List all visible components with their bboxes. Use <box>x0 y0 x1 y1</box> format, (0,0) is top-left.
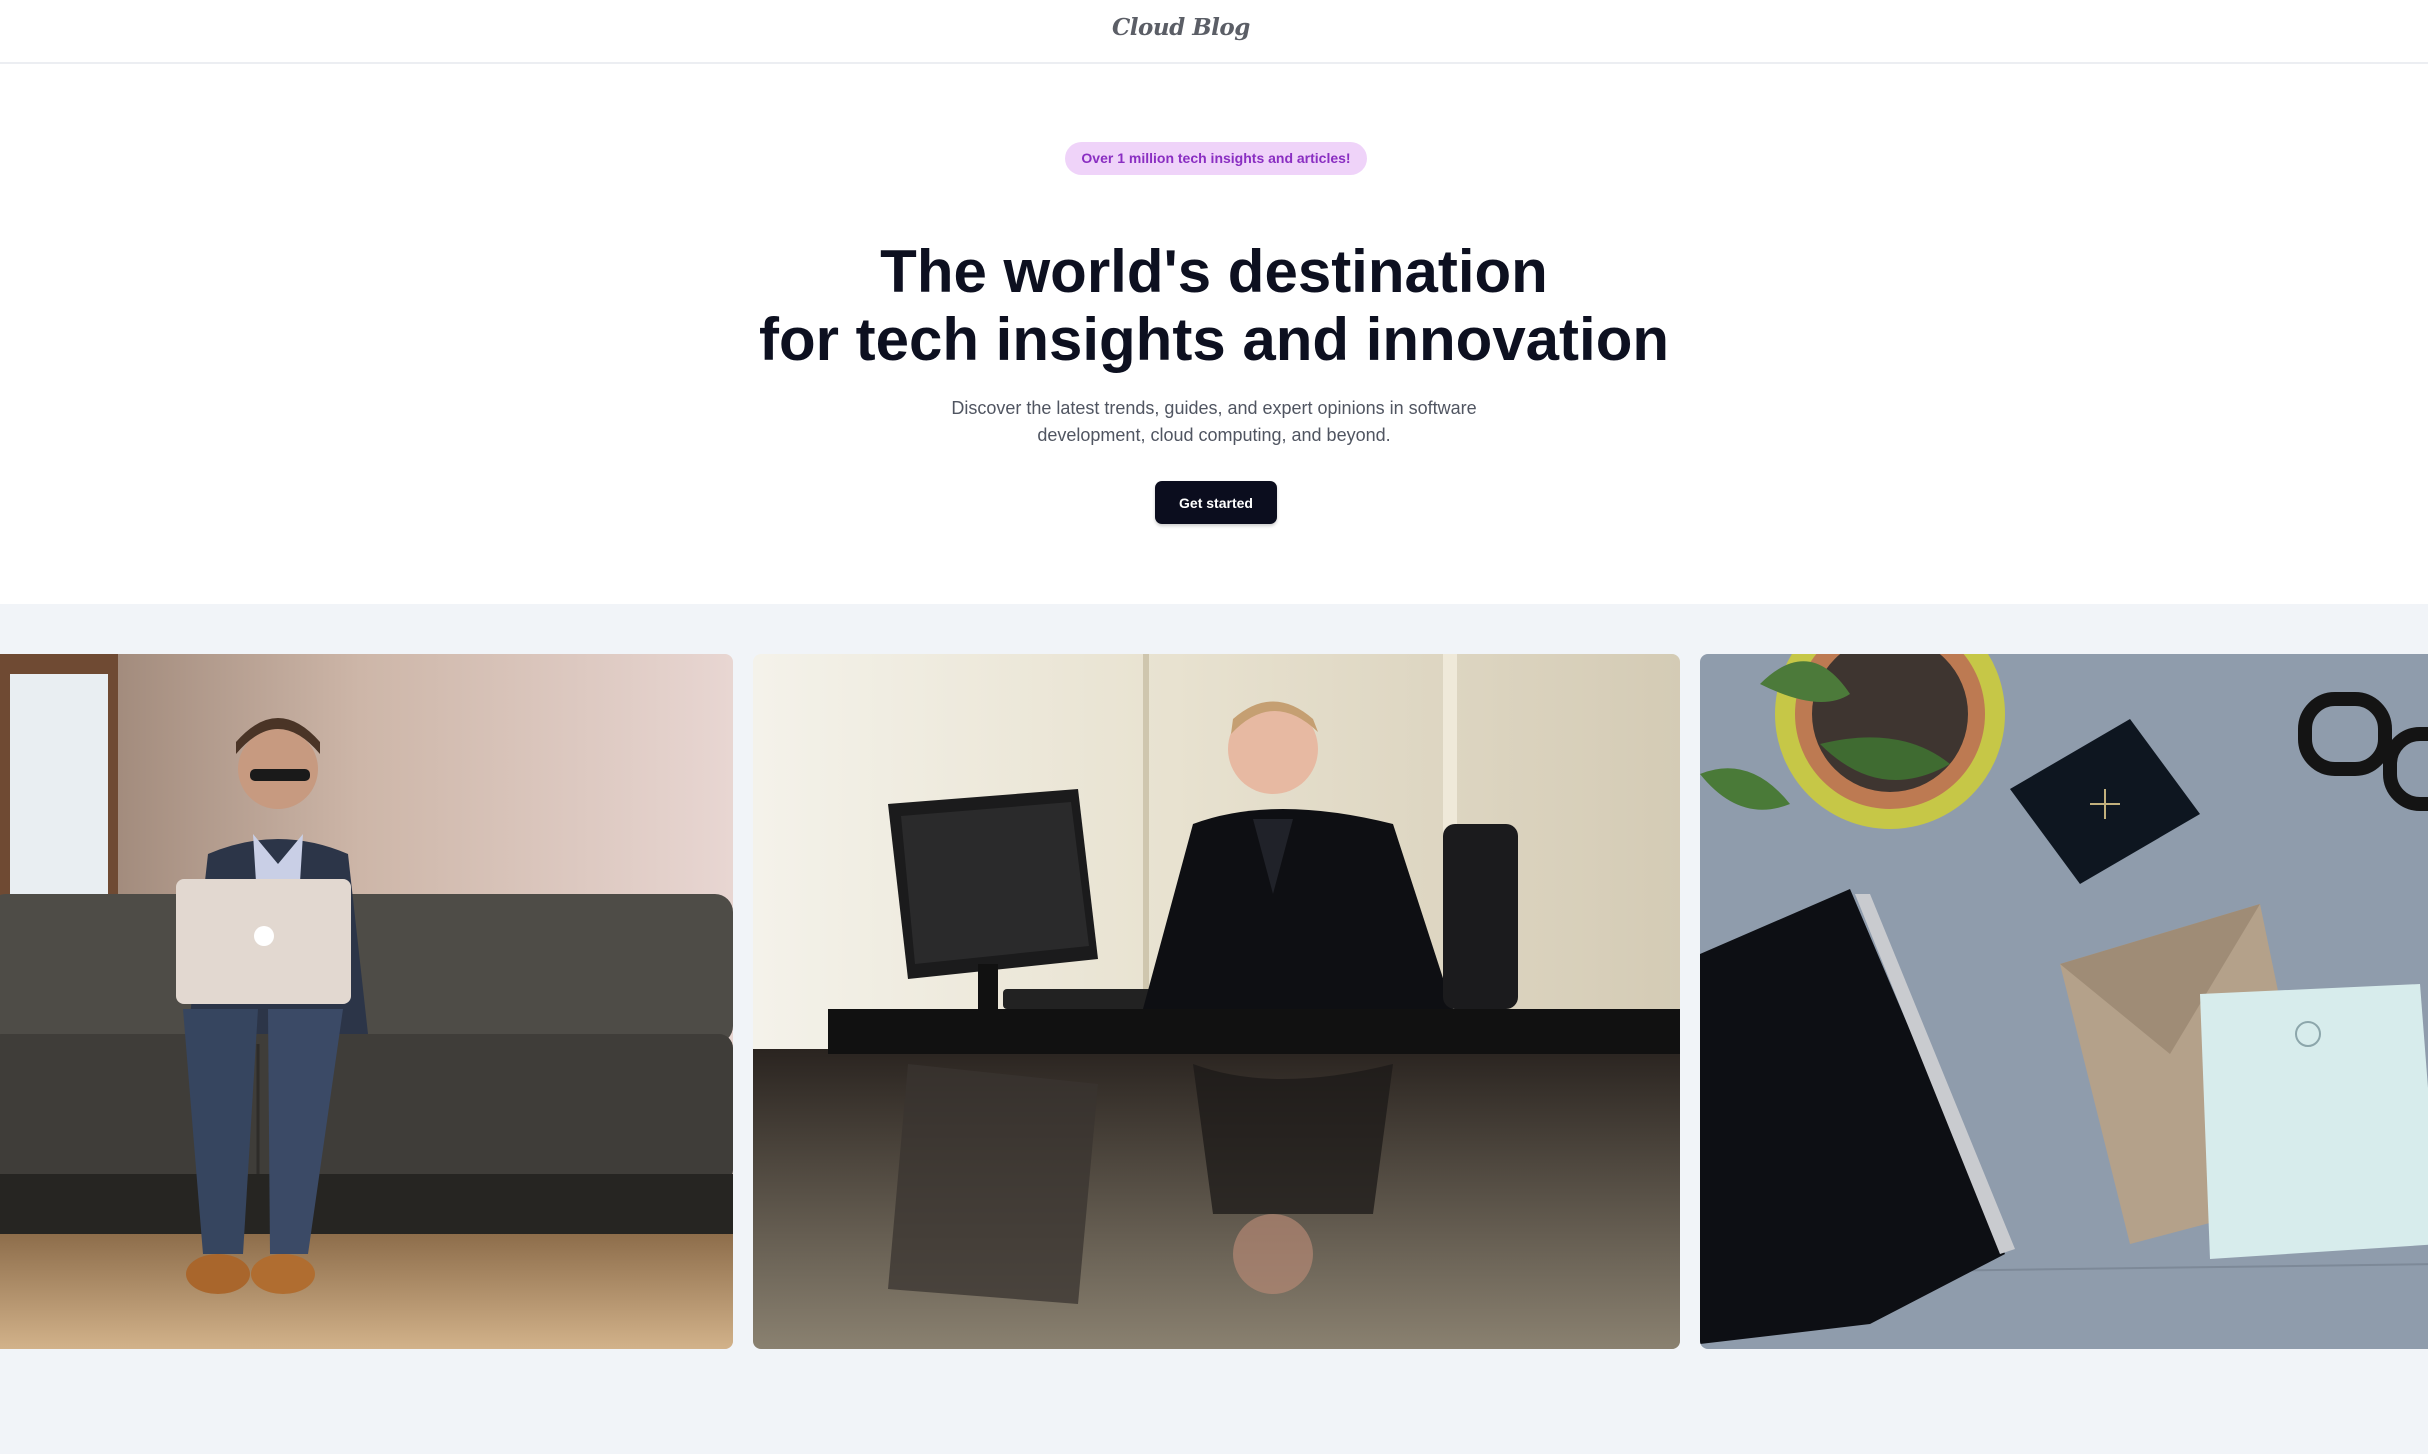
image-gallery <box>0 604 2428 1454</box>
desk-flatlay-notebook-photo <box>1700 654 2428 1349</box>
get-started-button[interactable]: Get started <box>1155 481 1277 524</box>
headline-line-1: The world's destination <box>880 238 1548 305</box>
site-logo[interactable]: Cloud Blog <box>1112 14 1250 41</box>
top-navigation-bar: Cloud Blog <box>0 0 2428 64</box>
promo-badge: Over 1 million tech insights and article… <box>1065 142 1367 175</box>
hero-subtitle: Discover the latest trends, guides, and … <box>951 398 1477 445</box>
hero-headline: The world's destination for tech insight… <box>0 238 2428 374</box>
headline-line-2: for tech insights and innovation <box>758 306 1670 373</box>
man-at-desk-with-monitor-photo <box>753 654 1680 1349</box>
man-on-sofa-with-laptop-photo <box>0 654 733 1349</box>
